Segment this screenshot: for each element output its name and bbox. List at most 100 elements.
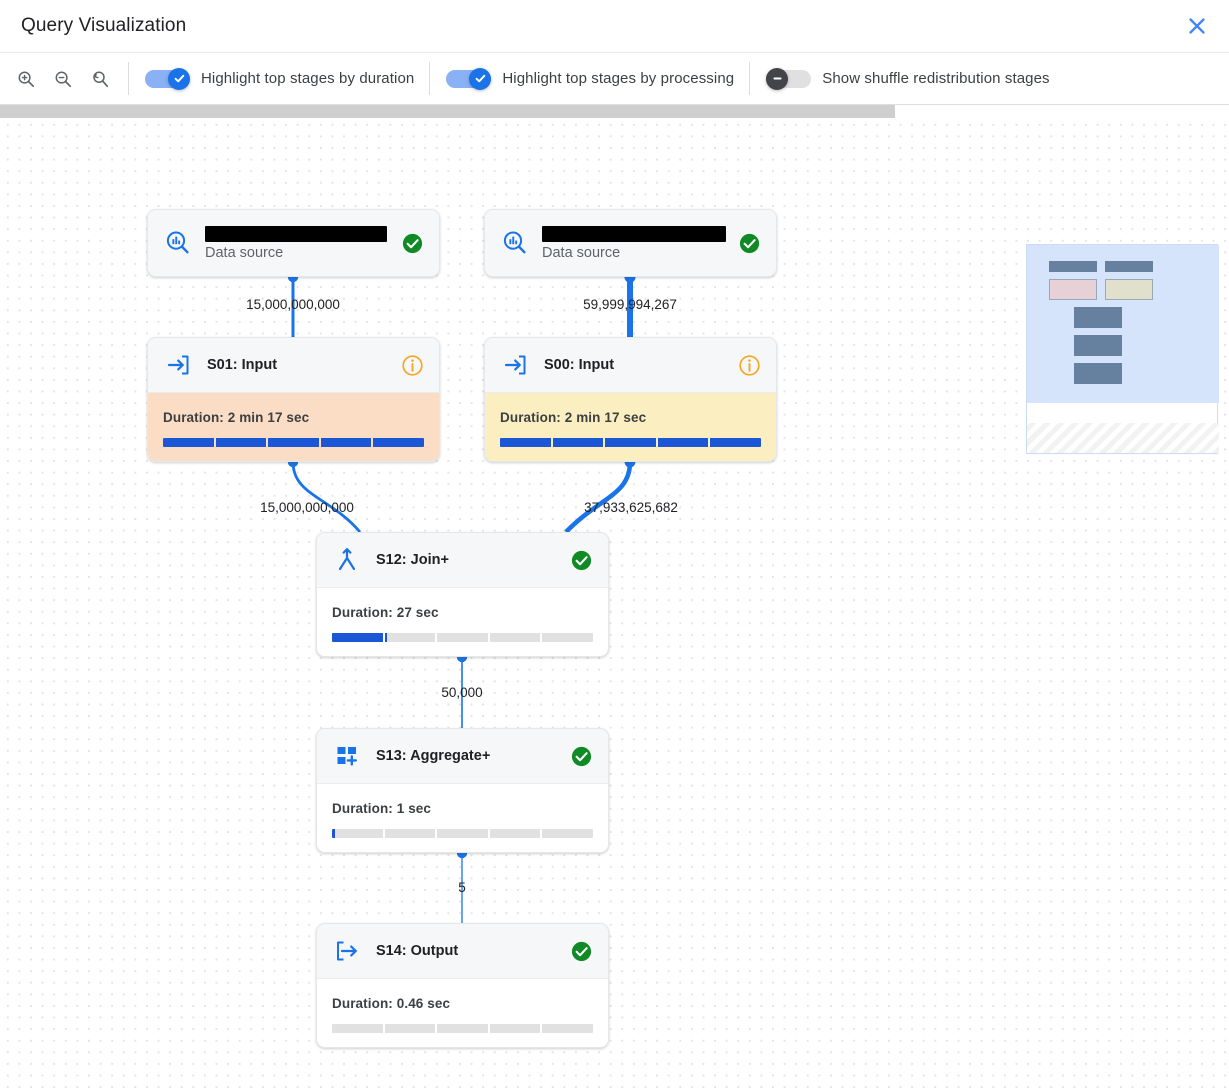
minimap-node (1105, 261, 1153, 272)
join-icon (332, 545, 362, 575)
toolbar-divider-1 (128, 62, 129, 95)
query-visualization-window: Query Visualization (0, 0, 1229, 1090)
node-body: Duration: 0.46 sec (317, 979, 608, 1048)
edge-label: 37,933,625,682 (584, 500, 678, 515)
zoom-out-icon[interactable] (50, 66, 76, 92)
toggle-show-shuffle[interactable]: Show shuffle redistribution stages (766, 68, 1049, 90)
check-circle-icon (737, 231, 762, 256)
node-stage-s00[interactable]: S00: Input Duration: 2 min 17 sec (484, 337, 777, 462)
toggle-show-shuffle-label: Show shuffle redistribution stages (822, 70, 1049, 87)
node-stage-s12[interactable]: S12: Join+ Duration: 27 sec (316, 532, 609, 657)
window-titlebar: Query Visualization (0, 0, 1229, 52)
bigquery-data-source-icon (163, 228, 193, 258)
close-icon[interactable] (1179, 8, 1215, 44)
switch-thumb-check-icon (469, 68, 491, 90)
node-header: S13: Aggregate+ (317, 729, 608, 784)
progress-bar-segments (163, 438, 424, 447)
edge-label: 5 (458, 880, 466, 895)
switch-thumb-minus-icon (766, 68, 788, 90)
toggle-highlight-processing-switch[interactable] (446, 68, 491, 90)
node-text: Data source (542, 226, 737, 261)
progress-bar (332, 1024, 593, 1033)
toggle-highlight-processing-label: Highlight top stages by processing (502, 70, 734, 87)
node-subtitle: Data source (542, 245, 737, 261)
node-title: S00: Input (544, 357, 737, 373)
redacted-title-bar (205, 226, 387, 242)
edge-label: 15,000,000,000 (246, 297, 340, 312)
info-circle-icon[interactable] (737, 353, 762, 378)
bigquery-data-source-icon (500, 228, 530, 258)
visualization-toolbar: Highlight top stages by duration Highlig… (0, 52, 1229, 105)
toggle-highlight-duration[interactable]: Highlight top stages by duration (145, 68, 414, 90)
node-data-source-right[interactable]: Data source (484, 209, 777, 277)
horizontal-scrollbar[interactable] (0, 105, 1229, 118)
input-arrow-icon (500, 350, 530, 380)
minimap-node (1074, 307, 1122, 328)
node-text: Data source (205, 226, 400, 261)
node-body: Duration: 27 sec (317, 588, 608, 657)
edge-label: 15,000,000,000 (260, 500, 354, 515)
node-stage-s14[interactable]: S14: Output Duration: 0.46 sec (316, 923, 609, 1048)
minimap-node (1049, 279, 1097, 300)
info-circle-icon[interactable] (400, 353, 425, 378)
node-header: S01: Input (148, 338, 439, 393)
switch-thumb-check-icon (168, 68, 190, 90)
zoom-in-icon[interactable] (13, 66, 39, 92)
node-stage-s13[interactable]: S13: Aggregate+ Duration: 1 sec (316, 728, 609, 853)
node-title: S12: Join+ (376, 552, 569, 568)
check-circle-icon (400, 231, 425, 256)
node-header: Data source (148, 210, 439, 276)
node-header: S14: Output (317, 924, 608, 979)
progress-bar-segments (500, 438, 761, 447)
progress-bar (332, 633, 593, 642)
node-data-source-left[interactable]: Data source (147, 209, 440, 277)
zoom-controls (0, 66, 113, 92)
progress-bar-segments (332, 1024, 593, 1033)
minimap-viewport[interactable] (1027, 245, 1219, 403)
zoom-reset-icon[interactable] (87, 66, 113, 92)
minimap-node (1049, 261, 1097, 272)
output-arrow-icon (332, 936, 362, 966)
minimap-offscreen-area (1027, 423, 1219, 453)
node-stage-s01[interactable]: S01: Input Duration: 2 min 17 sec (147, 337, 440, 462)
edge-label: 50,000 (441, 685, 482, 700)
stage-duration: Duration: 1 sec (332, 801, 593, 816)
toggle-show-shuffle-switch[interactable] (766, 68, 811, 90)
node-title: S14: Output (376, 943, 569, 959)
node-header: S12: Join+ (317, 533, 608, 588)
redacted-title-bar (542, 226, 726, 242)
node-body: Duration: 2 min 17 sec (148, 393, 439, 462)
progress-bar (332, 829, 593, 838)
stage-duration: Duration: 2 min 17 sec (163, 410, 424, 425)
minimap-node (1074, 335, 1122, 356)
node-title: S01: Input (207, 357, 400, 373)
progress-bar-segments (332, 829, 593, 838)
minimap-node (1074, 363, 1122, 384)
toolbar-divider-3 (749, 62, 750, 95)
node-header: Data source (485, 210, 776, 276)
check-circle-icon (569, 548, 594, 573)
node-header: S00: Input (485, 338, 776, 393)
stage-duration: Duration: 27 sec (332, 605, 593, 620)
progress-bar (500, 438, 761, 447)
node-body: Duration: 1 sec (317, 784, 608, 853)
check-circle-icon (569, 744, 594, 769)
graph-canvas[interactable]: 15,000,000,000 59,999,994,267 15,000,000… (0, 105, 1229, 1090)
toggle-highlight-duration-switch[interactable] (145, 68, 190, 90)
horizontal-scrollbar-thumb[interactable] (0, 105, 895, 118)
graph-minimap[interactable] (1026, 244, 1218, 454)
aggregate-icon (332, 741, 362, 771)
edge-s01-s12 (293, 462, 360, 532)
progress-bar-segments (332, 633, 593, 642)
page-title: Query Visualization (21, 15, 186, 37)
edge-s00-s12 (566, 462, 630, 532)
node-body: Duration: 2 min 17 sec (485, 393, 776, 462)
stage-duration: Duration: 2 min 17 sec (500, 410, 761, 425)
node-subtitle: Data source (205, 245, 400, 261)
toolbar-divider-2 (429, 62, 430, 95)
minimap-node (1105, 279, 1153, 300)
toggle-highlight-duration-label: Highlight top stages by duration (201, 70, 414, 87)
stage-duration: Duration: 0.46 sec (332, 996, 593, 1011)
toggle-highlight-processing[interactable]: Highlight top stages by processing (446, 68, 734, 90)
progress-bar (163, 438, 424, 447)
